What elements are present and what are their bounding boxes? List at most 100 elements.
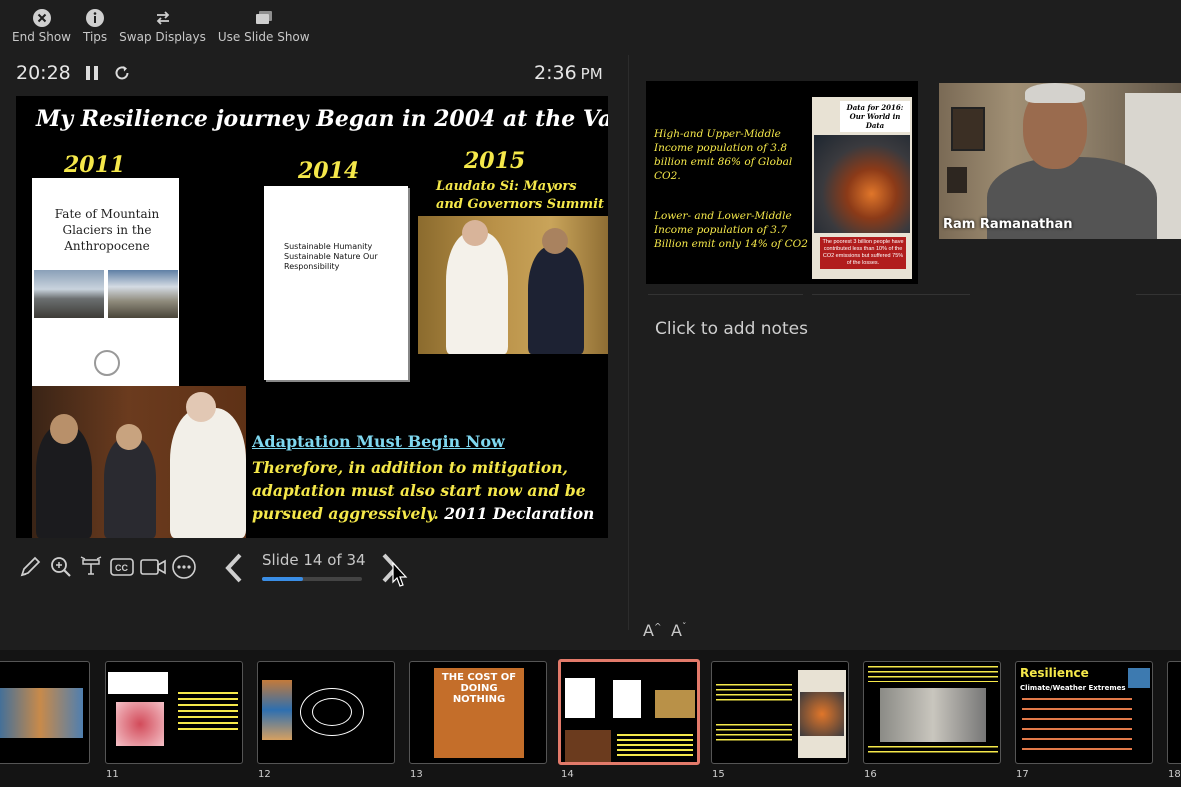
man-middle-figure — [104, 438, 156, 538]
use-slide-show-button[interactable]: Use Slide Show — [212, 0, 316, 44]
thumb-number: 14 — [561, 769, 574, 780]
more-icon[interactable] — [171, 554, 197, 580]
thumb-title-lines — [868, 666, 998, 682]
pope-francis-photo — [418, 216, 608, 354]
laser-pointer-icon[interactable] — [79, 554, 105, 580]
man-middle-head — [116, 424, 142, 450]
speaker-name: Ram Ramanathan — [943, 217, 1073, 232]
vatican-seal-icon — [94, 350, 120, 376]
thumb-diagram-inner — [312, 698, 352, 726]
thumb-number: 15 — [712, 769, 725, 780]
thumbnail-slide-10[interactable] — [0, 661, 90, 764]
thumbnail-slide-11[interactable] — [105, 661, 243, 764]
adaptation-text: Therefore, in addition to mitigation, ad… — [252, 456, 604, 525]
end-show-button[interactable]: End Show — [6, 0, 77, 44]
adaptation-heading: Adaptation Must Begin Now — [252, 432, 505, 451]
glaciers-report-title: Fate of Mountain Glaciers in the Anthrop… — [54, 207, 160, 253]
notes-area[interactable]: Click to add notes — [655, 319, 808, 339]
sustainable-humanity-title: Sustainable Humanity Sustainable Nature … — [284, 242, 378, 271]
decrease-font-label: A — [671, 621, 682, 640]
video-camera-icon[interactable] — [140, 554, 166, 580]
next-slide-card-header: Data for 2016: Our World in Data — [840, 101, 910, 132]
use-slide-show-label: Use Slide Show — [217, 30, 310, 44]
swap-displays-button[interactable]: Swap Displays — [113, 0, 212, 44]
thumb-number: 18 — [1168, 769, 1181, 780]
thumb-resilience-title: Resilience — [1020, 666, 1089, 680]
glacier-photo-left — [34, 270, 104, 318]
thumb-resilience-subtitle: Climate/Weather Extremes — [1020, 684, 1126, 692]
slide-progress-fill — [262, 577, 303, 581]
tips-button[interactable]: Tips — [77, 0, 113, 44]
thumb-caption-lines — [868, 746, 998, 756]
glacier-photo-right — [108, 270, 178, 318]
thumb-bullet-lines — [1022, 698, 1132, 754]
man-head — [542, 228, 568, 254]
pause-icon[interactable] — [84, 65, 100, 81]
previous-slide-button[interactable] — [222, 552, 246, 584]
elapsed-timer: 20:28 — [16, 62, 71, 84]
slide-counter: Slide 14 of 34 — [262, 551, 366, 569]
notes-divider-3 — [1136, 294, 1181, 295]
thumb-photo-2 — [565, 730, 611, 762]
swap-displays-label: Swap Displays — [119, 30, 206, 44]
increase-font-button[interactable]: A^ — [643, 621, 662, 640]
next-slide-text-low-income: Lower- and Lower-Middle Income populatio… — [654, 210, 808, 250]
magnifier-icon[interactable] — [48, 554, 74, 580]
clock-time: 2:36 — [534, 62, 577, 84]
thumb-number: 16 — [864, 769, 877, 780]
next-slide-card-caption: The poorest 3 billion people have contri… — [820, 237, 906, 269]
current-time: 2:36 PM — [534, 62, 603, 84]
end-show-label: End Show — [12, 30, 71, 44]
mouse-cursor-icon — [392, 561, 408, 590]
speaker-hair — [1025, 83, 1085, 103]
thumb-map-red — [116, 702, 164, 746]
thumb-text-lines-1 — [716, 684, 792, 702]
tips-label: Tips — [83, 30, 108, 44]
year-2011: 2011 — [64, 152, 126, 178]
thumb-photos — [262, 680, 292, 740]
thumb-photo — [880, 688, 986, 742]
thumbnail-slide-17[interactable]: Resilience Climate/Weather Extremes — [1015, 661, 1153, 764]
notes-divider-1 — [648, 294, 803, 295]
decrease-font-button[interactable]: Aˇ — [671, 621, 686, 640]
wall-frame — [951, 107, 985, 151]
thumb-number: 13 — [410, 769, 423, 780]
wall-frame-small — [947, 167, 967, 193]
pen-icon[interactable] — [17, 554, 43, 580]
year-2015: 2015 — [464, 148, 526, 174]
reset-timer-icon[interactable] — [112, 63, 132, 83]
slideshow-icon — [254, 8, 274, 28]
thumb-number: 12 — [258, 769, 271, 780]
thumb-number: 17 — [1016, 769, 1029, 780]
declaration-label: 2011 Declaration — [444, 504, 595, 523]
thumbnail-slide-13[interactable]: THE COST OF DOING NOTHING — [409, 661, 547, 764]
cc-icon[interactable]: CC — [109, 554, 135, 580]
next-slide-fire-photo — [814, 135, 910, 233]
next-slide-preview[interactable]: High-and Upper-Middle Income population … — [646, 81, 918, 284]
notes-divider-2 — [812, 294, 970, 295]
thumbnail-slide-12[interactable] — [257, 661, 395, 764]
thumbnail-slide-14-selected[interactable] — [558, 659, 700, 765]
thumb-cost-title: THE COST OF DOING NOTHING — [441, 672, 517, 705]
glaciers-report-cover: Fate of Mountain Glaciers in the Anthrop… — [32, 178, 179, 386]
pope-benedict-photo — [32, 386, 246, 538]
slide-title: My Resilience journey Began in 2004 at t… — [36, 106, 608, 132]
thumbnail-slide-16[interactable] — [863, 661, 1001, 764]
pane-divider[interactable] — [628, 55, 629, 630]
thumb-doc-2 — [613, 680, 641, 718]
thumbnail-slide-18[interactable] — [1167, 661, 1181, 764]
thumb-photo-1 — [655, 690, 695, 718]
pope-benedict-figure — [170, 408, 246, 538]
thumbnail-slide-15[interactable] — [711, 661, 849, 764]
pope-head — [462, 220, 488, 246]
presenter-toolbar: End Show Tips Swap Displays Use Slide Sh… — [0, 0, 310, 50]
current-slide[interactable]: My Resilience journey Began in 2004 at t… — [16, 96, 608, 538]
year-2014: 2014 — [298, 158, 360, 184]
close-circle-icon — [32, 8, 52, 28]
thumb-text-lines — [617, 734, 693, 758]
next-slide-data-card: Data for 2016: Our World in Data The poo… — [812, 97, 912, 279]
thumb-number: 11 — [106, 769, 119, 780]
pope-benedict-head — [186, 392, 216, 422]
thumb-map — [0, 688, 83, 738]
speaker-webcam: Ram Ramanathan — [939, 83, 1181, 239]
